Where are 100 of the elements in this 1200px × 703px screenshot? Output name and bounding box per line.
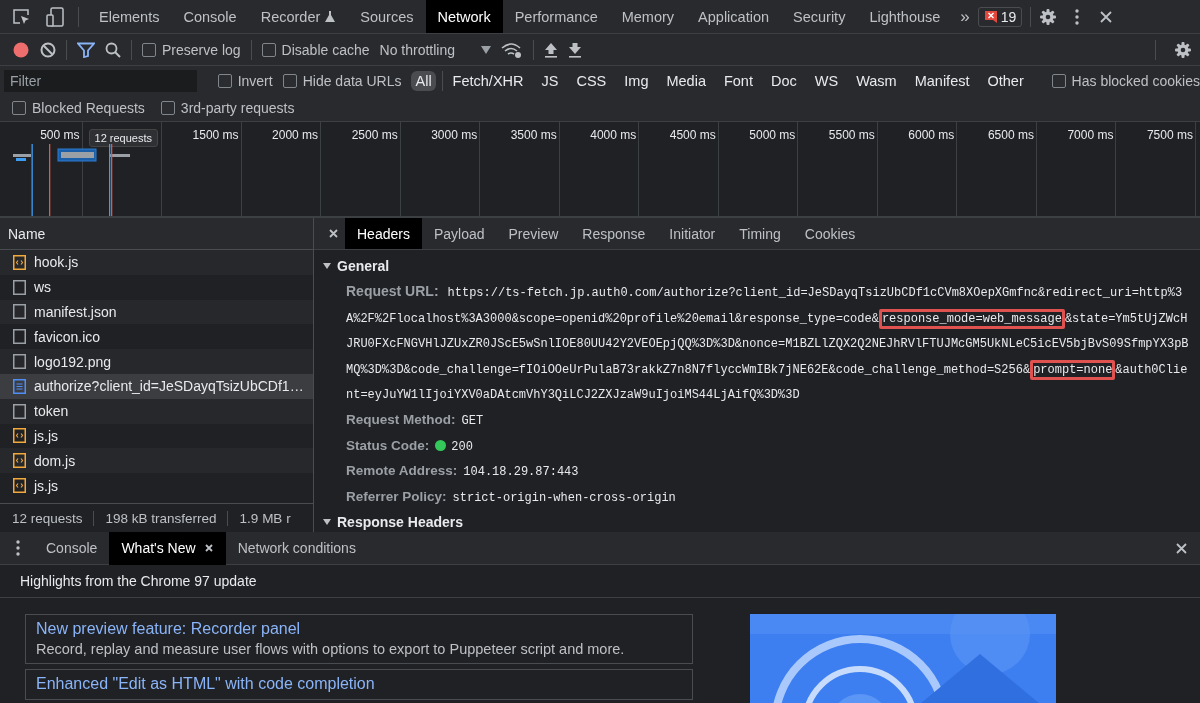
clear-icon[interactable] (40, 41, 56, 58)
request-name: token (34, 403, 69, 420)
device-icon[interactable] (46, 6, 64, 27)
type-filter-button[interactable]: Media (662, 70, 710, 91)
detail-tab[interactable]: Payload (421, 218, 497, 249)
drawer-tab[interactable]: What's New (109, 531, 226, 565)
search-icon[interactable] (105, 41, 121, 58)
filter-field[interactable]: Filter (4, 69, 197, 92)
filter-icon[interactable] (77, 41, 95, 58)
panel-tab[interactable]: Memory (609, 0, 687, 33)
type-filter-button[interactable]: Other (983, 70, 1028, 91)
panel-tab[interactable]: Network (425, 0, 503, 33)
type-filter-button[interactable]: Wasm (852, 70, 901, 91)
request-row[interactable]: manifest.json (0, 299, 313, 325)
request-row[interactable]: logo192.png (0, 349, 313, 374)
preserve-log-checkbox[interactable]: Preserve log (142, 41, 241, 58)
panel-tab[interactable]: Sources (348, 0, 426, 33)
drawer-menu-icon[interactable] (16, 540, 20, 556)
request-name: logo192.png (34, 353, 112, 370)
feature-link[interactable]: New preview feature: Recorder panel (36, 620, 682, 638)
drawer-tab[interactable]: Console (34, 531, 110, 565)
time-tick-label: 2000 ms (272, 128, 319, 142)
panel-tab[interactable]: Security (781, 0, 858, 33)
type-filter-button[interactable]: Doc (766, 70, 801, 91)
summary-text: 198 kB transferred (93, 510, 228, 526)
field-label: Request Method: (346, 411, 456, 427)
column-header[interactable]: Name (8, 225, 46, 242)
summary-text: 12 requests (0, 510, 94, 526)
error-count-badge[interactable]: 19 (977, 6, 1023, 27)
time-tick-label: 500 ms (40, 128, 80, 142)
panel-tab[interactable]: Application (686, 0, 781, 33)
panel-tab[interactable]: Recorder (248, 0, 349, 33)
request-row[interactable]: ws (0, 274, 313, 300)
type-filter-button[interactable]: JS (537, 70, 563, 91)
time-tick-label: 6500 ms (987, 128, 1034, 142)
detail-tab[interactable]: Timing (727, 218, 793, 249)
close-icon[interactable] (328, 228, 339, 239)
request-row[interactable]: token (0, 398, 313, 424)
detail-tab[interactable]: Cookies (792, 218, 868, 249)
request-row[interactable]: favicon.ico (0, 324, 313, 350)
field-value: 104.18.29.87:443 (463, 465, 579, 480)
blocked-cookies-checkbox[interactable]: Has blocked cookies (1051, 72, 1200, 89)
detail-tab[interactable]: Initiator (657, 218, 728, 249)
blocked-requests-checkbox[interactable]: Blocked Requests (12, 100, 145, 116)
file-icon (13, 354, 26, 370)
caret-icon (481, 45, 491, 54)
upload-icon[interactable] (544, 41, 558, 58)
section-title[interactable]: General (337, 258, 390, 274)
tab-close-icon[interactable] (203, 543, 214, 553)
feature-card[interactable]: Enhanced "Edit as HTML" with code completion (25, 669, 693, 700)
field-value: 200 (451, 439, 473, 454)
request-name: js.js (34, 427, 59, 444)
field-label: Referrer Policy: (346, 488, 447, 504)
section-title[interactable]: Response Headers (337, 514, 464, 531)
third-party-checkbox[interactable]: 3rd-party requests (160, 100, 295, 116)
settings-icon[interactable] (1174, 40, 1192, 59)
network-conditions-icon[interactable] (501, 41, 523, 58)
panel-tab[interactable]: Elements (87, 0, 172, 33)
feature-description: Record, replay and measure user flows with options to export to Puppeteer script and more. (36, 641, 626, 657)
throttling-dropdown[interactable]: No throttling (379, 41, 491, 58)
disable-cache-checkbox[interactable]: Disable cache (261, 41, 370, 58)
request-name: ws (34, 279, 52, 296)
type-filter-button[interactable]: Fetch/XHR (448, 70, 528, 91)
expanded-triangle-icon[interactable] (322, 261, 332, 271)
request-name: favicon.ico (34, 328, 101, 345)
file-icon (13, 329, 26, 345)
feature-link[interactable]: Enhanced "Edit as HTML" with code completion (36, 675, 682, 693)
more-tabs-button[interactable]: » (952, 6, 978, 27)
type-filter-button[interactable]: Img (620, 70, 653, 91)
time-tick-label: 3000 ms (431, 128, 478, 142)
request-row[interactable]: authorize?client_id=JeSDayqTsizUbCDf1… (0, 374, 313, 399)
more-options-icon[interactable] (1075, 8, 1080, 25)
hide-data-urls-checkbox[interactable]: Hide data URLs (282, 72, 402, 89)
type-filter-button[interactable]: Manifest (910, 70, 974, 91)
request-row[interactable]: js.js (0, 473, 313, 498)
close-icon[interactable] (1175, 541, 1188, 555)
request-row[interactable]: js.js (0, 423, 313, 449)
type-filter-button[interactable]: Font (719, 70, 757, 91)
field-label: Remote Address: (346, 463, 458, 479)
invert-checkbox[interactable]: Invert (217, 72, 273, 89)
feature-card[interactable]: New preview feature: Recorder panel Record, replay and measure user flows with options to export to Puppeteer script and more. (25, 614, 693, 664)
record-button[interactable] (12, 40, 30, 59)
inspect-icon[interactable] (12, 7, 32, 26)
flask-icon (324, 10, 337, 23)
type-filter-button[interactable]: CSS (572, 70, 611, 91)
detail-tab[interactable]: Response (570, 218, 658, 249)
download-icon[interactable] (568, 41, 582, 58)
request-row[interactable]: dom.js (0, 448, 313, 474)
panel-tab[interactable]: Console (171, 0, 249, 33)
type-filter-button[interactable]: All (411, 70, 436, 91)
close-icon[interactable] (1099, 9, 1114, 24)
panel-tab[interactable]: Performance (502, 0, 610, 33)
time-tick-label: 2500 ms (351, 128, 398, 142)
detail-tab[interactable]: Headers (345, 218, 422, 249)
drawer-tab[interactable]: Network conditions (225, 531, 368, 565)
detail-tab[interactable]: Preview (496, 218, 571, 249)
time-tick-label: 7000 ms (1067, 128, 1114, 142)
request-row[interactable]: hook.js (0, 250, 313, 275)
panel-tab[interactable]: Lighthouse (857, 0, 953, 33)
type-filter-button[interactable]: WS (810, 70, 843, 91)
